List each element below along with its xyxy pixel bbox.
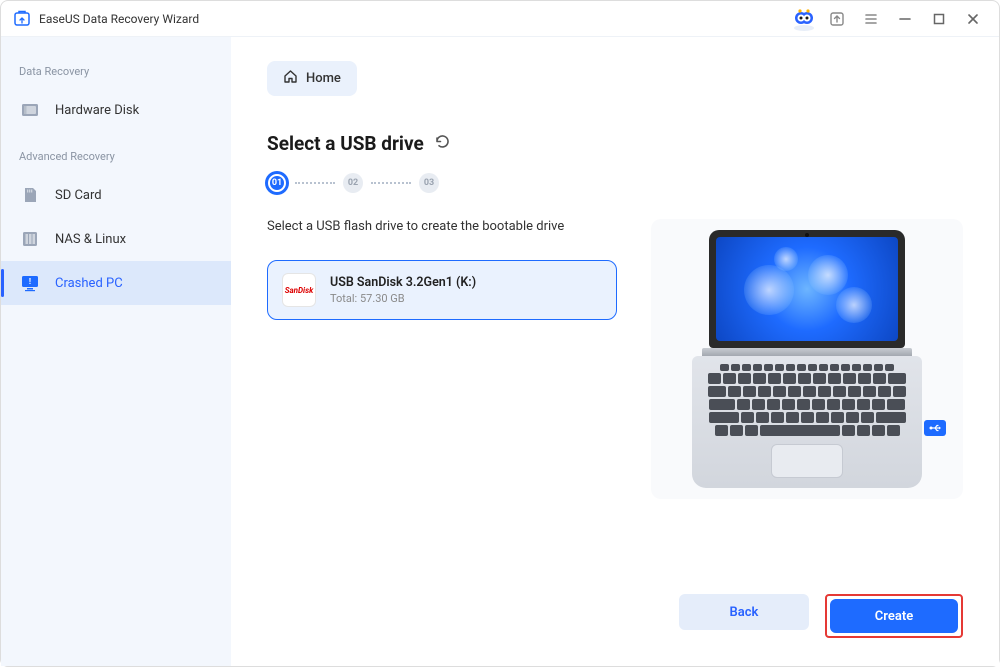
main-panel: Home Select a USB drive 01 02 03 Select [231, 37, 999, 666]
sidebar: Data Recovery Hardware Disk Advanced Rec… [1, 37, 231, 666]
usb-drive-card[interactable]: SanDisk USB SanDisk 3.2Gen1 (K:) Total: … [267, 260, 617, 320]
back-button[interactable]: Back [679, 594, 809, 630]
svg-text:!: ! [29, 277, 31, 286]
content-row: Select a USB flash drive to create the b… [267, 219, 963, 499]
sidebar-section-advanced-recovery: Advanced Recovery SD Card NAS & Linux ! [1, 150, 231, 305]
upgrade-icon[interactable] [823, 5, 851, 33]
titlebar-left: EaseUS Data Recovery Wizard [13, 10, 199, 28]
page-heading: Select a USB drive [267, 132, 424, 155]
hardware-disk-icon [19, 99, 41, 121]
refresh-icon[interactable] [434, 133, 451, 154]
step-02: 02 [343, 173, 363, 193]
app-title: EaseUS Data Recovery Wizard [39, 12, 199, 26]
sidebar-item-label: SD Card [55, 188, 102, 203]
drive-name: USB SanDisk 3.2Gen1 (K:) [330, 275, 476, 290]
sidebar-item-label: Hardware Disk [55, 103, 139, 118]
drive-info: USB SanDisk 3.2Gen1 (K:) Total: 57.30 GB [330, 275, 476, 305]
sidebar-item-hardware-disk[interactable]: Hardware Disk [1, 88, 231, 132]
sidebar-item-label: Crashed PC [55, 276, 123, 291]
create-button-highlight: Create [825, 594, 963, 638]
crashed-pc-icon: ! [19, 272, 41, 294]
step-01: 01 [267, 173, 287, 193]
step-connector [295, 182, 335, 184]
sidebar-item-sd-card[interactable]: SD Card [1, 173, 231, 217]
sidebar-item-crashed-pc[interactable]: ! Crashed PC [1, 261, 231, 305]
nas-icon [19, 228, 41, 250]
sidebar-section-title: Advanced Recovery [1, 150, 231, 173]
home-label: Home [306, 71, 341, 86]
titlebar-right [791, 5, 987, 33]
steps-indicator: 01 02 03 [267, 173, 963, 193]
usb-connector-icon [924, 420, 946, 436]
sidebar-section-title: Data Recovery [1, 65, 231, 88]
app-window: EaseUS Data Recovery Wizard [0, 0, 1000, 667]
sidebar-section-data-recovery: Data Recovery Hardware Disk [1, 65, 231, 132]
mascot-icon[interactable] [791, 6, 817, 32]
app-logo-icon [13, 10, 31, 28]
instruction-text: Select a USB flash drive to create the b… [267, 219, 617, 234]
menu-icon[interactable] [857, 5, 885, 33]
home-button[interactable]: Home [267, 61, 357, 96]
create-button[interactable]: Create [830, 599, 958, 633]
footer-buttons: Back Create [679, 594, 963, 638]
laptop-illustration [651, 219, 963, 499]
sidebar-item-label: NAS & Linux [55, 232, 126, 247]
sd-card-icon [19, 184, 41, 206]
drive-subtitle: Total: 57.30 GB [330, 292, 476, 305]
maximize-icon[interactable] [925, 5, 953, 33]
drive-vendor-text: SanDisk [285, 286, 314, 295]
body: Data Recovery Hardware Disk Advanced Rec… [1, 37, 999, 666]
titlebar: EaseUS Data Recovery Wizard [1, 1, 999, 37]
step-connector [371, 182, 411, 184]
minimize-icon[interactable] [891, 5, 919, 33]
sidebar-item-nas-linux[interactable]: NAS & Linux [1, 217, 231, 261]
close-icon[interactable] [959, 5, 987, 33]
home-icon [283, 69, 298, 88]
page-heading-row: Select a USB drive [267, 132, 963, 155]
step-03: 03 [419, 173, 439, 193]
content-left: Select a USB flash drive to create the b… [267, 219, 617, 320]
drive-vendor-badge: SanDisk [282, 273, 316, 307]
